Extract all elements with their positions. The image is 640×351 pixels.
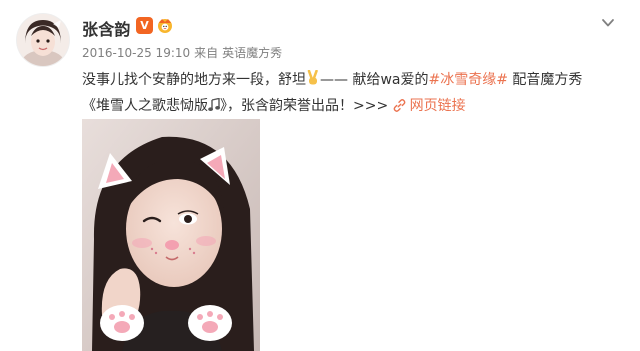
chevron-down-icon[interactable] <box>598 13 618 33</box>
avatar[interactable] <box>17 14 69 66</box>
source-prefix: 来自 <box>194 46 219 60</box>
hashtag-link[interactable]: #冰雪奇缘# <box>428 72 507 88</box>
text-segment: 没事儿找个安静的地方来一段，舒坦 <box>82 72 306 88</box>
text-segment: 配音魔方秀 <box>507 72 583 88</box>
verified-badge-icon: V <box>136 17 153 34</box>
post-text: 没事儿找个安静的地方来一段，舒坦 —— 献给wa爱的#冰雪奇缘# 配音魔方秀 《堆… <box>82 68 630 120</box>
crown-badge-icon <box>156 16 174 34</box>
link-icon <box>393 99 406 112</box>
post-meta: 2016-10-25 19:10 来自 英语魔方秀 <box>82 44 282 61</box>
post-text-line-1: 没事儿找个安静的地方来一段，舒坦 —— 献给wa爱的#冰雪奇缘# 配音魔方秀 <box>82 68 630 94</box>
post-datetime[interactable]: 2016-10-25 19:10 <box>82 46 190 60</box>
post-text-line-2: 《堆雪人之歌悲恸版 》，张含韵荣誉出品！>>> 网页链接 <box>82 94 630 120</box>
username[interactable]: 张含韵 <box>82 16 131 40</box>
music-note-icon <box>208 96 220 120</box>
source-link[interactable]: 英语魔方秀 <box>222 46 282 60</box>
web-link-label: 网页链接 <box>409 98 466 114</box>
text-segment: —— 献给wa爱的 <box>320 72 429 88</box>
text-segment: 》，张含韵荣誉出品！>>> <box>220 98 393 114</box>
post-photo[interactable] <box>82 119 260 351</box>
web-link[interactable]: 网页链接 <box>393 98 466 114</box>
text-segment: 《堆雪人之歌悲恸版 <box>82 98 208 114</box>
victory-hand-icon <box>306 69 320 94</box>
